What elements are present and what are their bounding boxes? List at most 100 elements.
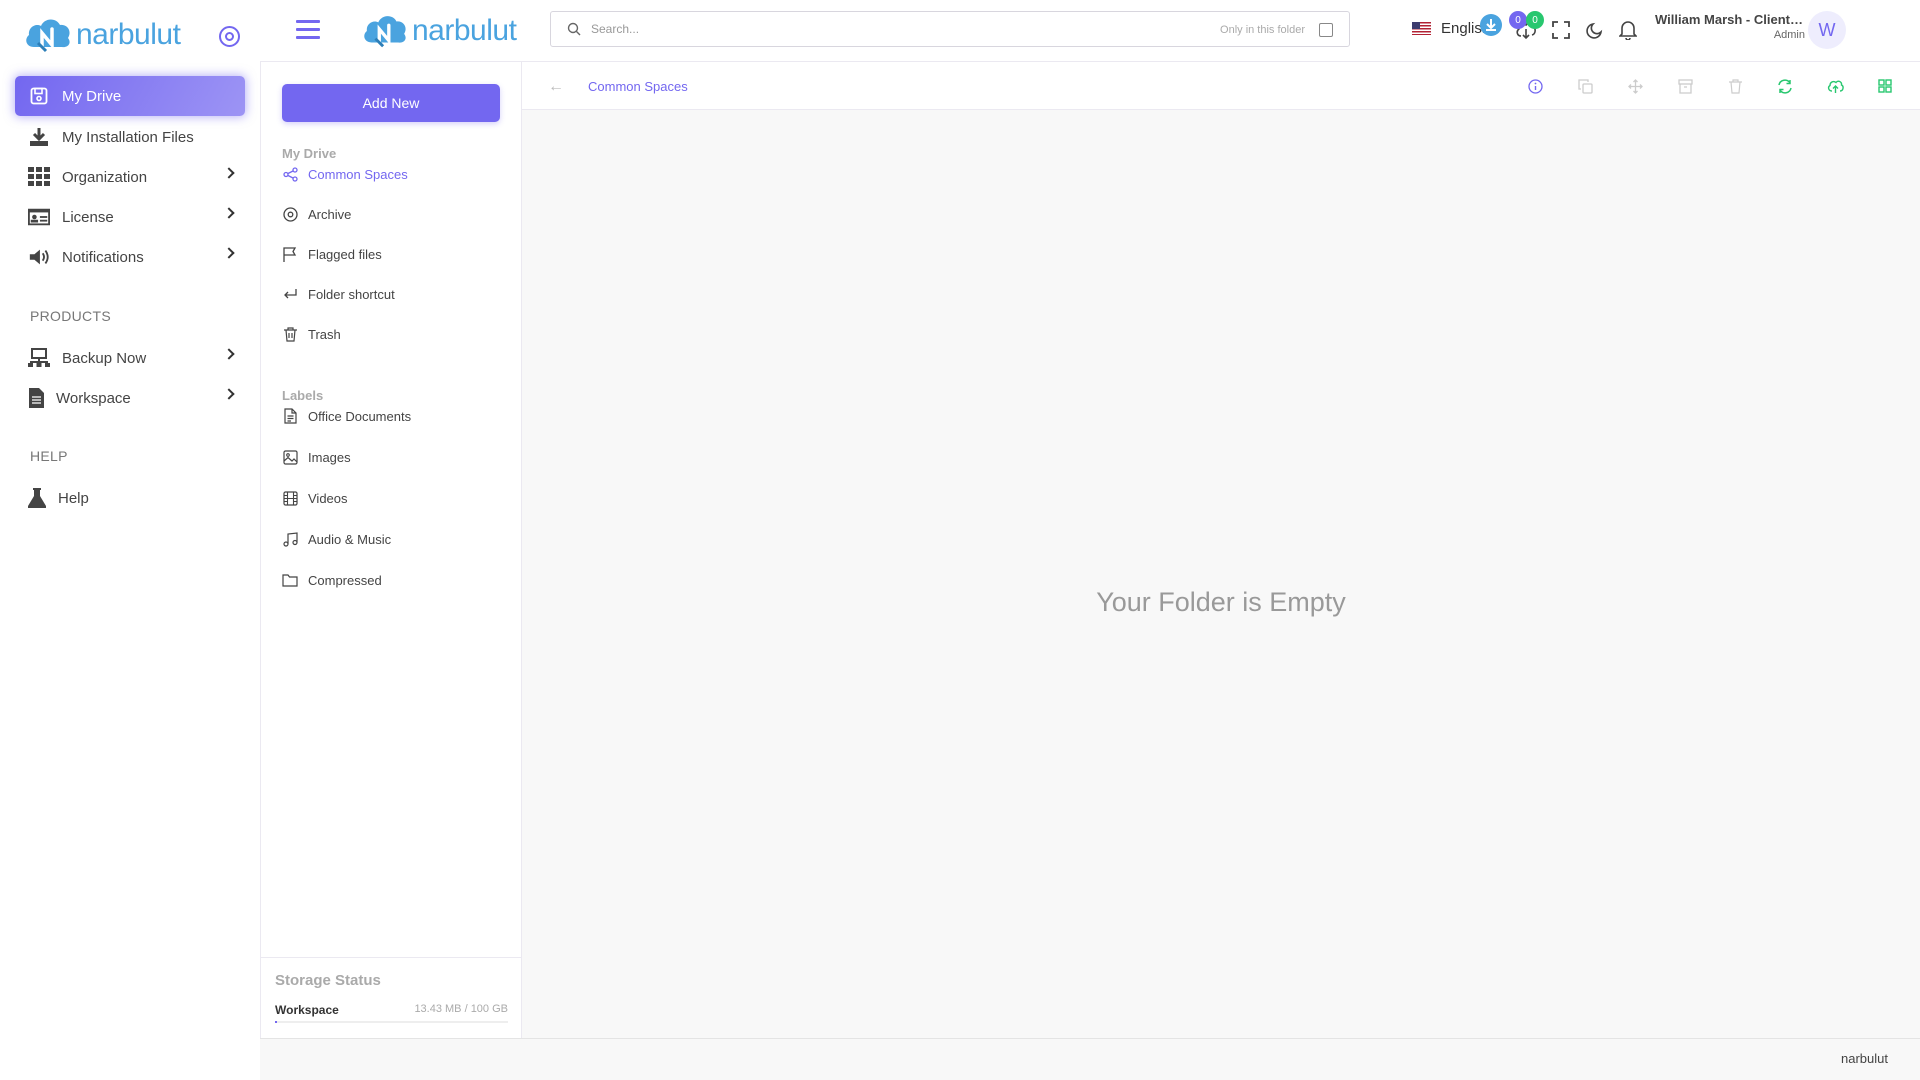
refresh-button[interactable] (1776, 77, 1794, 95)
download-count-badge: 0 (1526, 11, 1544, 29)
refresh-icon (1778, 78, 1792, 94)
only-in-folder-checkbox[interactable] (1319, 23, 1333, 37)
copy-button[interactable] (1576, 77, 1594, 95)
upload-button[interactable] (1826, 77, 1844, 95)
archive-button[interactable] (1676, 77, 1694, 95)
sidebar-item-label: Organization (62, 168, 148, 186)
delete-button[interactable] (1726, 77, 1744, 95)
chevron-right-icon (223, 207, 235, 219)
drive-panel: Add New My Drive Common Spaces Archive F… (260, 62, 522, 1038)
bell-icon (1619, 21, 1637, 40)
trash-icon (282, 326, 298, 342)
storage-title: Storage Status (275, 972, 381, 989)
sidebar-item-notifications[interactable]: Notifications (15, 237, 245, 277)
chevron-right-icon (223, 167, 235, 179)
download-app-button[interactable] (1479, 13, 1503, 37)
move-icon (1627, 78, 1643, 94)
megaphone-icon (28, 246, 50, 268)
my-drive-heading: My Drive (282, 146, 337, 161)
panel-item-label: Office Documents (308, 408, 412, 424)
folder-icon (282, 572, 298, 588)
brand-name: narbulut (76, 17, 181, 51)
sidebar-item-label: Help (58, 489, 89, 507)
cloud-upload-icon (1827, 80, 1844, 93)
chevron-right-icon (223, 247, 235, 259)
upload-count-badge: 0 (1509, 11, 1527, 29)
add-new-button[interactable]: Add New (282, 84, 500, 122)
file-text-icon (282, 408, 298, 424)
info-button[interactable] (1526, 77, 1544, 95)
panel-item-label: Archive (308, 206, 352, 222)
panel-item-audio-music[interactable]: Audio & Music (282, 531, 391, 547)
sidebar-item-help[interactable]: Help (15, 478, 245, 518)
main-sidebar: narbulut My Drive My Installation Files … (0, 0, 260, 1080)
panel-item-images[interactable]: Images (282, 449, 351, 465)
breadcrumb[interactable]: Common Spaces (588, 79, 688, 94)
labels-heading: Labels (282, 388, 324, 403)
download-icon (28, 126, 50, 148)
dark-mode-toggle[interactable] (1583, 18, 1607, 42)
back-arrow-icon[interactable]: ← (548, 78, 564, 96)
app-root: narbulut My Drive My Installation Files … (0, 0, 1920, 1080)
only-in-folder-label: Only in this folder (1220, 24, 1305, 36)
panel-item-label: Compressed (308, 572, 382, 588)
help-heading: HELP (30, 448, 68, 464)
panel-item-compressed[interactable]: Compressed (282, 572, 382, 588)
panel-item-label: Flagged files (308, 246, 382, 262)
search-bar: Only in this folder (550, 11, 1350, 47)
panel-item-videos[interactable]: Videos (282, 490, 348, 506)
sidebar-item-label: Workspace (56, 389, 131, 407)
fullscreen-button[interactable] (1549, 18, 1573, 42)
storage-value: 13.43 MB / 100 GB (414, 1003, 508, 1015)
user-info[interactable]: William Marsh - Client Ad... Admin (1655, 12, 1805, 41)
user-name: William Marsh - Client Ad... (1655, 12, 1805, 27)
sidebar-item-workspace[interactable]: Workspace (15, 378, 245, 418)
sidebar-item-organization[interactable]: Organization (15, 157, 245, 197)
copy-icon (1577, 78, 1593, 94)
hamburger-menu-icon[interactable] (296, 20, 320, 40)
move-button[interactable] (1626, 77, 1644, 95)
sidebar-item-label: License (62, 208, 114, 226)
sidebar-item-label: My Drive (62, 87, 122, 105)
storage-status: Storage Status Workspace 13.43 MB / 100 … (261, 957, 522, 1023)
grid-view-icon (1878, 79, 1892, 93)
panel-item-office-documents[interactable]: Office Documents (282, 408, 411, 424)
panel-item-label: Folder shortcut (308, 286, 395, 302)
corner-arrow-icon (282, 286, 298, 302)
header-brand-logo[interactable]: narbulut (360, 10, 517, 52)
sidebar-item-installation-files[interactable]: My Installation Files (15, 117, 245, 157)
panel-item-folder-shortcut[interactable]: Folder shortcut (282, 286, 395, 302)
archive-box-icon (1677, 78, 1693, 94)
grid-icon (28, 166, 50, 188)
products-heading: PRODUCTS (30, 308, 111, 324)
document-icon (28, 387, 44, 409)
avatar[interactable]: W (1808, 11, 1846, 49)
drive-icon (28, 85, 50, 107)
brand-name: narbulut (412, 14, 517, 47)
panel-item-label: Videos (308, 490, 348, 506)
grid-view-button[interactable] (1876, 77, 1894, 95)
id-card-icon (28, 206, 50, 228)
top-header: narbulut Only in this folder English 0 0 (260, 0, 1920, 62)
notifications-button[interactable] (1616, 18, 1640, 42)
panel-item-trash[interactable]: Trash (282, 326, 341, 342)
panel-item-flagged-files[interactable]: Flagged files (282, 246, 382, 262)
search-input[interactable] (591, 22, 1191, 36)
cloud-logo-icon (26, 18, 70, 52)
panel-item-common-spaces[interactable]: Common Spaces (282, 166, 408, 182)
info-icon (1527, 78, 1543, 94)
sidebar-item-license[interactable]: License (15, 197, 245, 237)
panel-item-archive[interactable]: Archive (282, 206, 351, 222)
sidebar-item-backup-now[interactable]: Backup Now (15, 338, 245, 378)
sidebar-item-my-drive[interactable]: My Drive (15, 76, 245, 116)
share-icon (282, 166, 298, 182)
expand-icon (1552, 21, 1570, 39)
archive-disc-icon (282, 206, 298, 222)
footer-text: narbulut (1841, 1051, 1888, 1066)
moon-icon (1586, 22, 1603, 39)
panel-item-label: Images (308, 449, 351, 465)
image-icon (282, 449, 298, 465)
sidebar-collapse-toggle[interactable] (219, 26, 240, 47)
chevron-right-icon (223, 388, 235, 400)
brand-logo[interactable]: narbulut (22, 12, 181, 57)
